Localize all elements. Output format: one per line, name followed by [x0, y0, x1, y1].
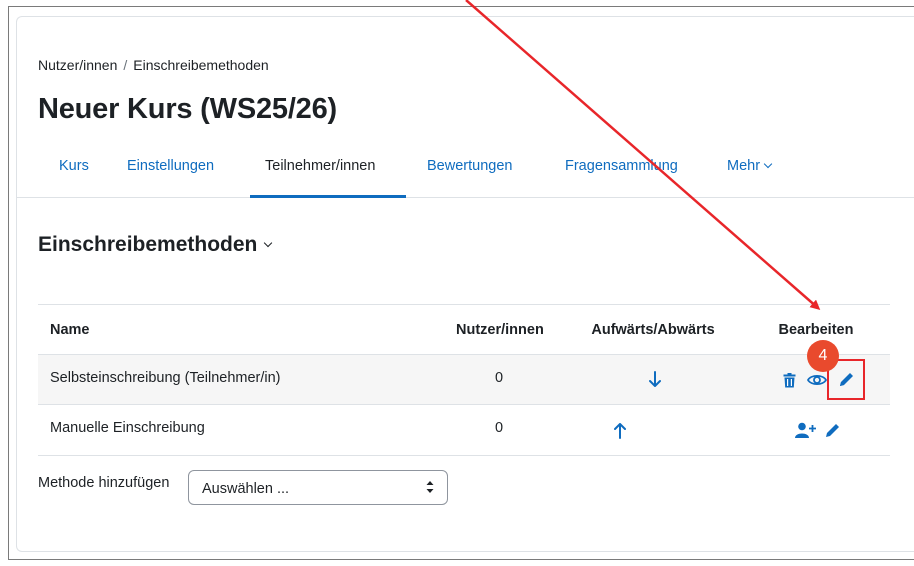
annotation-arrow	[465, 0, 821, 310]
annotation-step-badge: 4	[807, 340, 839, 372]
